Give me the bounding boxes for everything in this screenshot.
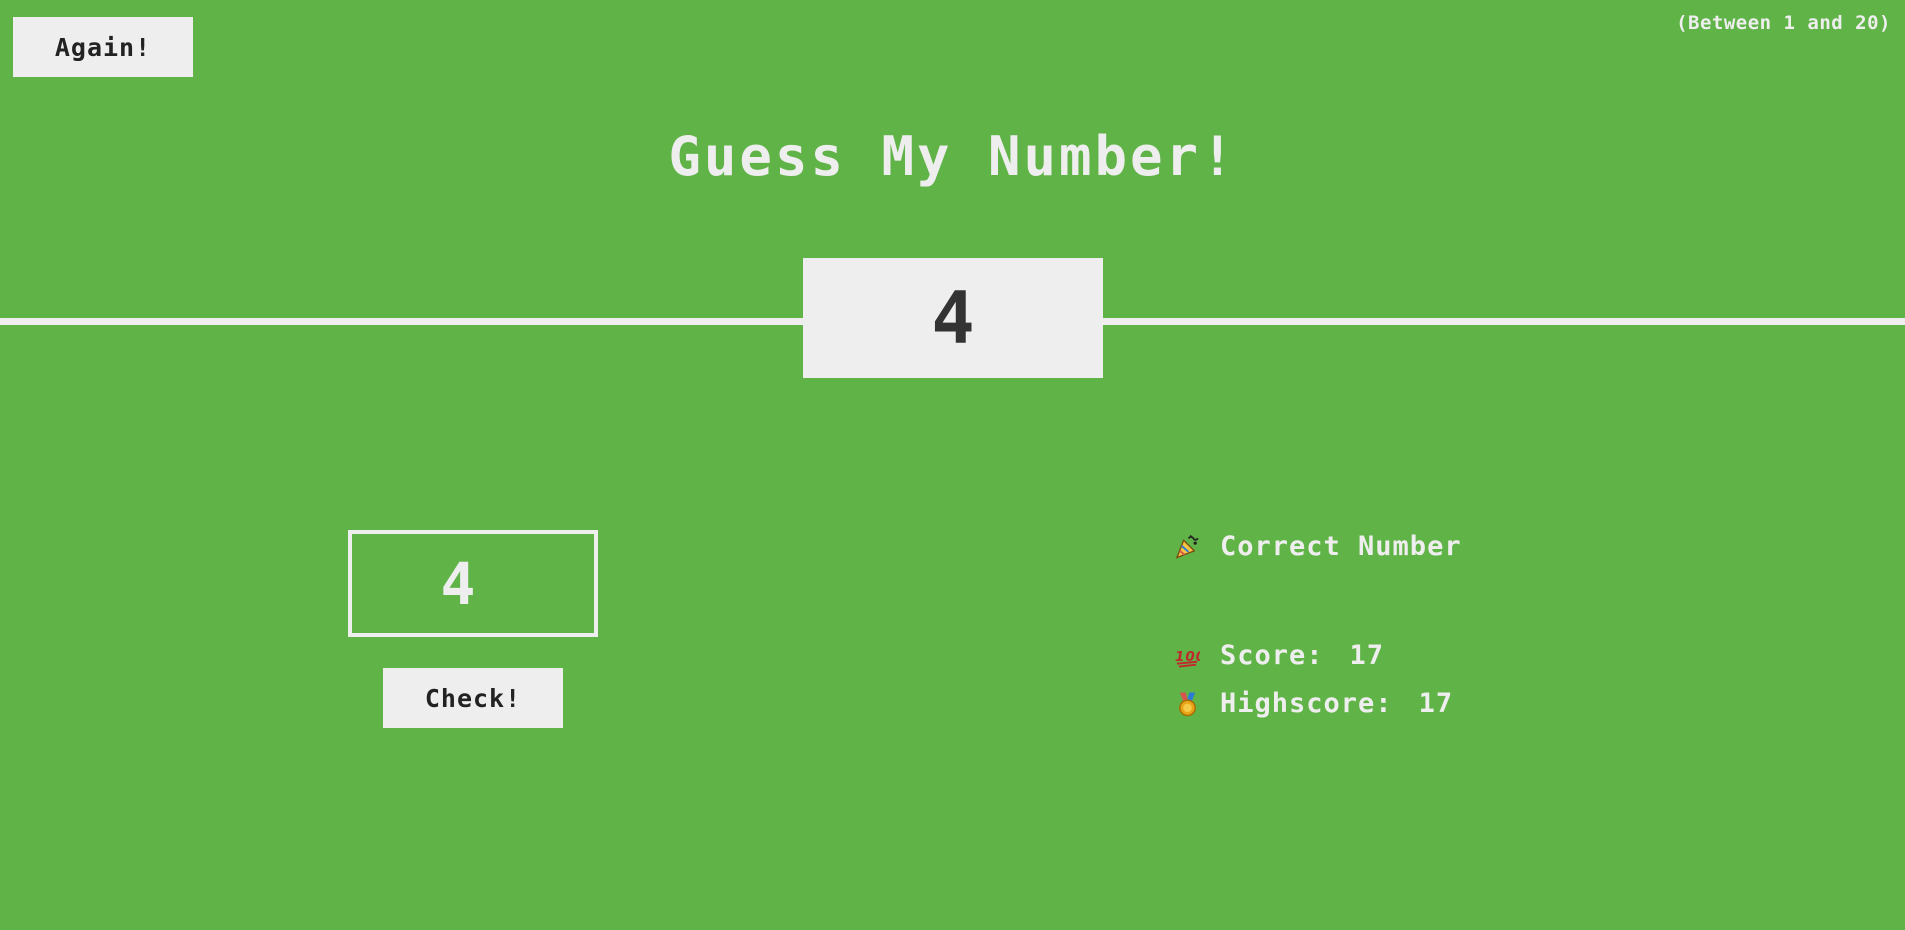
check-button[interactable]: Check! <box>383 668 563 728</box>
page-title: Guess My Number! <box>668 125 1237 188</box>
guess-input[interactable] <box>348 530 598 637</box>
hundred-points-icon: 100 <box>1175 649 1200 668</box>
party-popper-icon <box>1175 534 1199 559</box>
status-message: Correct Number <box>1175 531 1462 562</box>
status-message-text: Correct Number <box>1220 531 1462 562</box>
medal-icon <box>1179 691 1196 716</box>
score-row: 100 Score: 17 <box>1175 640 1384 671</box>
highscore-value: 17 <box>1418 688 1454 719</box>
highscore-row: Highscore: 17 <box>1175 688 1453 719</box>
score-label: Score: <box>1220 640 1324 671</box>
range-hint: (Between 1 and 20) <box>1676 12 1891 34</box>
again-button[interactable]: Again! <box>13 17 193 77</box>
secret-number-box: 4 <box>803 258 1103 378</box>
highscore-label: Highscore: <box>1220 688 1393 719</box>
score-value: 17 <box>1349 640 1385 671</box>
